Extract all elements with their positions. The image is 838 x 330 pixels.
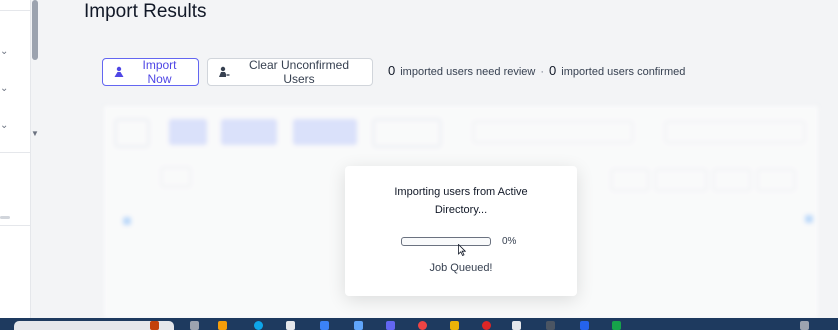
import-progress-bar [401, 237, 491, 246]
folder-icon[interactable] [218, 321, 227, 330]
import-now-label: Import Now [142, 58, 177, 86]
taskbar-app-icon[interactable] [450, 321, 459, 330]
row-action-icon [805, 215, 813, 223]
taskbar-app-icon[interactable] [580, 321, 589, 330]
table-filter-select [665, 121, 805, 143]
show-entries-select [161, 167, 191, 187]
row-checkbox [123, 217, 131, 225]
filter-chip [221, 119, 277, 145]
review-label: imported users need review [400, 66, 536, 78]
confirmed-label: imported users confirmed [561, 66, 686, 78]
taskbar [0, 318, 838, 330]
filter-chip [169, 119, 207, 145]
sidebar-panel [0, 152, 30, 226]
job-status-text: Job Queued! [429, 262, 493, 274]
filter-chip [293, 119, 357, 145]
progress-percent: 0% [502, 236, 517, 247]
taskbar-app-icon[interactable] [546, 321, 555, 330]
clear-unconfirmed-users-button[interactable]: Clear Unconfirmed Users [207, 58, 373, 86]
import-progress-dialog: Importing users from Active Directory...… [345, 166, 577, 296]
taskbar-app-icon[interactable] [612, 321, 621, 330]
browser-icon[interactable] [254, 321, 263, 330]
filter-chip [373, 119, 441, 147]
chevron-down-icon[interactable]: ⌄ [0, 46, 8, 57]
taskbar-app-icon[interactable] [150, 321, 159, 330]
taskbar-app-icon[interactable] [512, 321, 521, 330]
page-title: Import Results [84, 1, 207, 22]
pagination-button [713, 169, 751, 191]
sidebar: ⌄ ⌄ ⌄ [0, 0, 31, 318]
taskbar-app-icon[interactable] [286, 321, 295, 330]
pagination-button [611, 169, 649, 191]
mouse-cursor-icon [458, 244, 466, 256]
user-remove-icon [219, 66, 230, 77]
confirmed-count: 0 [549, 63, 557, 78]
taskbar-app-icon[interactable] [190, 321, 199, 330]
scroll-down-arrow-icon[interactable]: ▼ [31, 129, 39, 138]
sidebar-top-section [0, 0, 30, 11]
review-count: 0 [388, 63, 396, 78]
chevron-down-icon[interactable]: ⌄ [0, 120, 8, 131]
chevron-down-icon[interactable]: ⌄ [0, 83, 8, 94]
pagination-button [655, 169, 707, 191]
table-search-input [473, 121, 633, 143]
taskbar-app-icon[interactable] [386, 321, 395, 330]
system-tray-icon[interactable] [800, 321, 809, 330]
import-progress-message: Importing users from Active Directory... [394, 186, 528, 216]
user-import-icon [114, 66, 124, 77]
taskbar-app-icon[interactable] [418, 321, 427, 330]
filter-chip [115, 119, 149, 147]
import-summary: 0 imported users need review · 0 importe… [388, 63, 685, 78]
clear-unconfirmed-label: Clear Unconfirmed Users [248, 58, 350, 86]
sidebar-indicator [0, 216, 10, 219]
taskbar-app-icon[interactable] [482, 321, 491, 330]
import-now-button[interactable]: Import Now [102, 58, 199, 86]
scrollbar-thumb[interactable] [32, 0, 38, 60]
taskbar-app-icon[interactable] [320, 321, 329, 330]
taskbar-app-icon[interactable] [354, 321, 363, 330]
summary-separator: · [540, 66, 545, 78]
pagination-button [757, 169, 795, 191]
